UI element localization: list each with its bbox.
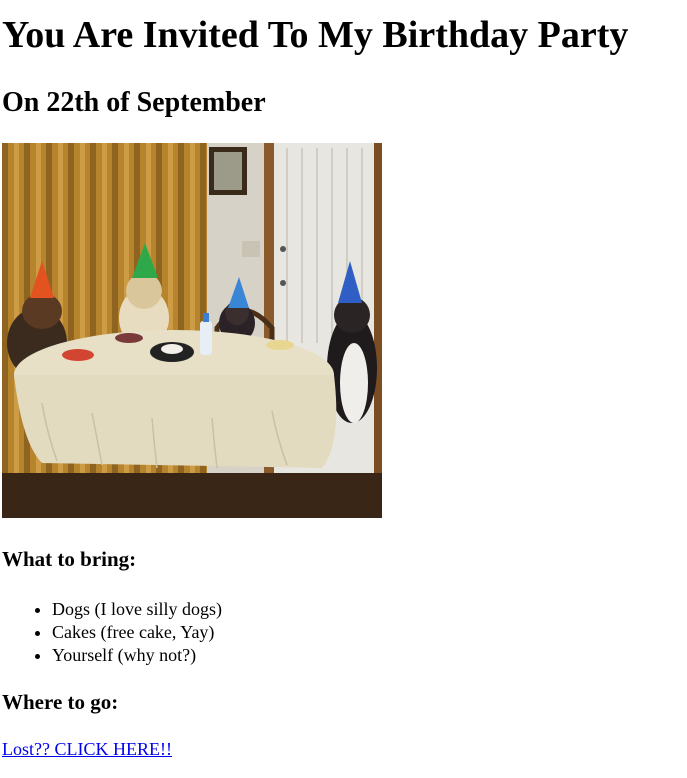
list-item: Yourself (why not?) bbox=[52, 644, 222, 667]
party-date: On 22th of September bbox=[2, 87, 266, 118]
bring-list: Dogs (I love silly dogs) Cakes (free cak… bbox=[2, 598, 222, 667]
party-photo bbox=[2, 143, 382, 518]
what-to-bring-heading: What to bring: bbox=[2, 547, 137, 571]
list-item: Cakes (free cake, Yay) bbox=[52, 621, 222, 644]
list-item: Dogs (I love silly dogs) bbox=[52, 598, 222, 621]
page-title: You Are Invited To My Birthday Party bbox=[2, 14, 629, 56]
where-to-go-heading: Where to go: bbox=[2, 690, 119, 714]
directions-link[interactable]: Lost?? CLICK HERE!! bbox=[2, 739, 172, 760]
